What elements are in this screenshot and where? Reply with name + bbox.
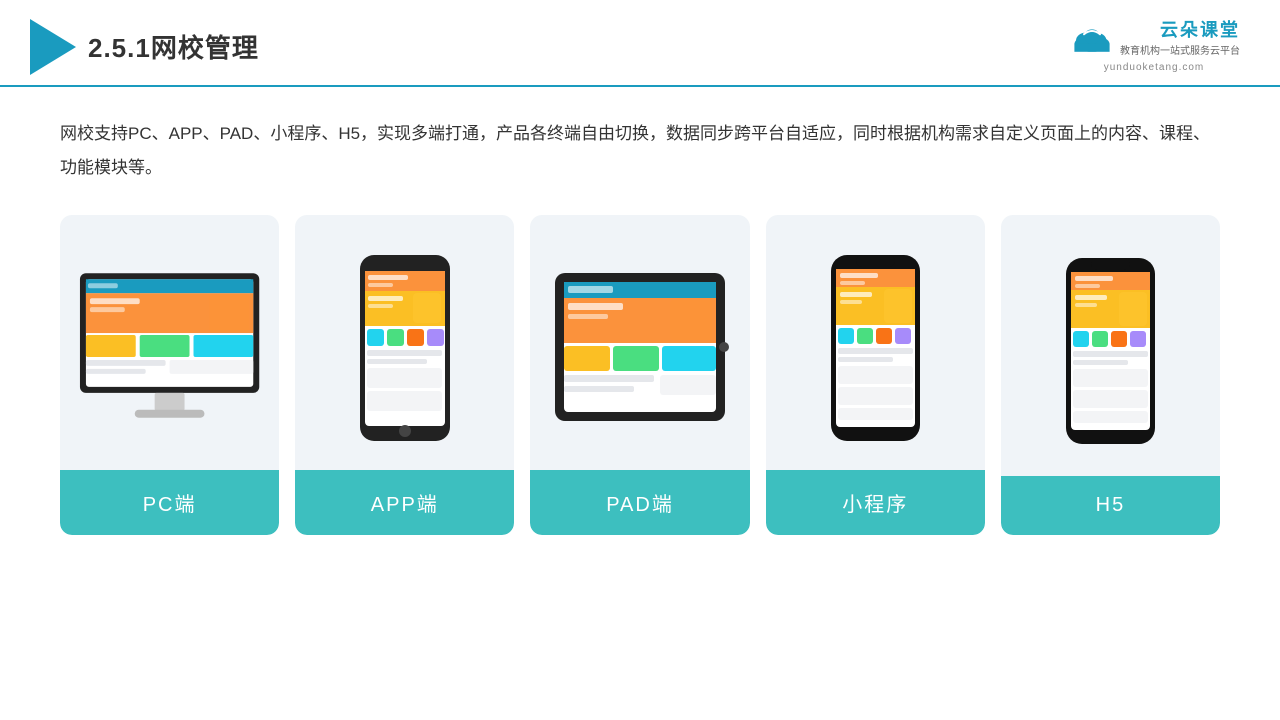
h5-label: H5: [1001, 476, 1220, 535]
app-phone-icon: [355, 253, 455, 443]
card-app: APP端: [295, 215, 514, 535]
logo-triangle-icon: [30, 19, 76, 75]
h5-phone-icon: [1063, 256, 1158, 446]
mini-label: 小程序: [766, 470, 985, 535]
app-image-area: [295, 215, 514, 470]
h5-image-area: [1001, 215, 1220, 476]
card-mini: 小程序: [766, 215, 985, 535]
mini-phone-icon: [828, 253, 923, 443]
brand-area: 云朵课堂 教育机构一站式服务云平台 yunduoketang.com: [1068, 18, 1240, 75]
pc-image-area: [60, 215, 279, 470]
pad-image-area: [530, 215, 749, 470]
brand-text: 云朵课堂 教育机构一站式服务云平台: [1120, 18, 1240, 59]
brand-domain: yunduoketang.com: [1104, 61, 1205, 75]
cards-row: PC端: [60, 215, 1220, 535]
brand-tagline: 教育机构一站式服务云平台: [1120, 45, 1240, 59]
pad-tablet-icon: [550, 268, 730, 428]
card-pad: PAD端: [530, 215, 749, 535]
page-title: 2.5.1网校管理: [88, 28, 259, 65]
card-pc: PC端: [60, 215, 279, 535]
mini-image-area: [766, 215, 985, 470]
description-text: 网校支持PC、APP、PAD、小程序、H5，实现多端打通，产品各终端自由切换，数…: [60, 117, 1220, 185]
pad-label: PAD端: [530, 470, 749, 535]
brand-top-row: 云朵课堂 教育机构一站式服务云平台: [1068, 18, 1240, 59]
header-left: 2.5.1网校管理: [30, 19, 259, 75]
pc-label: PC端: [60, 470, 279, 535]
page-container: 2.5.1网校管理 云朵课堂 教育机构一站式服务云平台: [0, 0, 1280, 720]
app-label: APP端: [295, 470, 514, 535]
body-content: 网校支持PC、APP、PAD、小程序、H5，实现多端打通，产品各终端自由切换，数…: [0, 87, 1280, 555]
header: 2.5.1网校管理 云朵课堂 教育机构一站式服务云平台: [0, 0, 1280, 87]
pc-monitor-icon: [70, 268, 269, 428]
card-h5: H5: [1001, 215, 1220, 535]
cloud-icon: [1068, 23, 1116, 55]
brand-name: 云朵课堂: [1160, 18, 1240, 43]
